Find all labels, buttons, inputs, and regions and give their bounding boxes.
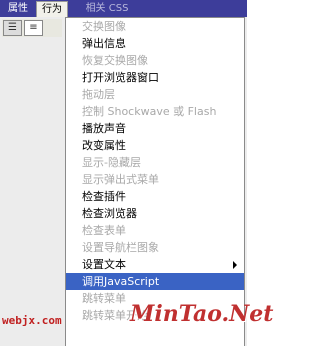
menu-item-label: 设置文本 bbox=[82, 258, 126, 271]
submenu-arrow-icon bbox=[233, 261, 237, 269]
menu-item[interactable]: 改变属性 bbox=[66, 137, 244, 154]
tab-related-css[interactable]: 相关 CSS bbox=[72, 1, 142, 17]
detail-view-icon[interactable]: ≡ bbox=[24, 20, 43, 36]
menu-item[interactable]: 检查浏览器 bbox=[66, 205, 244, 222]
list-view-icon[interactable]: ☰ bbox=[3, 20, 22, 36]
menu-item-label: 改变属性 bbox=[82, 139, 126, 152]
menu-item-label: 检查插件 bbox=[82, 190, 126, 203]
menu-item[interactable]: 控制 Shockwave 或 Flash bbox=[66, 103, 244, 120]
menu-item-label: 弹出信息 bbox=[82, 37, 126, 50]
menu-item[interactable]: 播放声音 bbox=[66, 120, 244, 137]
menu-item-label: 恢复交换图像 bbox=[82, 54, 148, 67]
menu-item[interactable]: 调用JavaScript bbox=[66, 273, 244, 290]
menu-item[interactable]: 显示-隐藏层 bbox=[66, 154, 244, 171]
menu-item[interactable]: 设置导航栏图象 bbox=[66, 239, 244, 256]
watermark-mintao: MinTao.Net bbox=[130, 301, 274, 327]
menu-item-label: 检查表单 bbox=[82, 224, 126, 237]
menu-item-label: 交换图像 bbox=[82, 20, 126, 33]
menu-item-label: 设置导航栏图象 bbox=[82, 241, 159, 254]
menu-item[interactable]: 拖动层 bbox=[66, 86, 244, 103]
menu-item[interactable]: 设置文本 bbox=[66, 256, 244, 273]
menu-item[interactable]: 恢复交换图像 bbox=[66, 52, 244, 69]
menu-item-label: 控制 Shockwave 或 Flash bbox=[82, 105, 217, 118]
menu-item-label: 跳转菜单 bbox=[82, 292, 126, 305]
menu-item-label: 检查浏览器 bbox=[82, 207, 137, 220]
menu-item[interactable]: 交换图像 bbox=[66, 18, 244, 35]
menu-item-label: 显示弹出式菜单 bbox=[82, 173, 159, 186]
menu-item-label: 显示-隐藏层 bbox=[82, 156, 141, 169]
menu-item[interactable]: 检查表单 bbox=[66, 222, 244, 239]
watermark-webjx: webjx.com bbox=[2, 314, 62, 327]
menu-item[interactable]: 显示弹出式菜单 bbox=[66, 171, 244, 188]
menu-item[interactable]: 弹出信息 bbox=[66, 35, 244, 52]
menu-item[interactable]: 打开浏览器窗口 bbox=[66, 69, 244, 86]
menu-item-label: 拖动层 bbox=[82, 88, 115, 101]
panel-tab-bar: 属性 行为 相关 CSS bbox=[0, 0, 247, 17]
menu-item-label: 调用JavaScript bbox=[82, 275, 160, 288]
add-behavior-menu: 交换图像弹出信息恢复交换图像 打开浏览器窗口 拖动层控制 Shockwave 或 F… bbox=[65, 17, 245, 346]
menu-item-label: 播放声音 bbox=[82, 122, 126, 135]
tab-attributes[interactable]: 属性 bbox=[2, 1, 34, 17]
view-toolbar: ☰ ≡ bbox=[2, 19, 62, 37]
tab-behaviors[interactable]: 行为 bbox=[36, 1, 68, 17]
menu-item[interactable]: 检查插件 bbox=[66, 188, 244, 205]
menu-item-label: 打开浏览器窗口 bbox=[82, 71, 159, 84]
